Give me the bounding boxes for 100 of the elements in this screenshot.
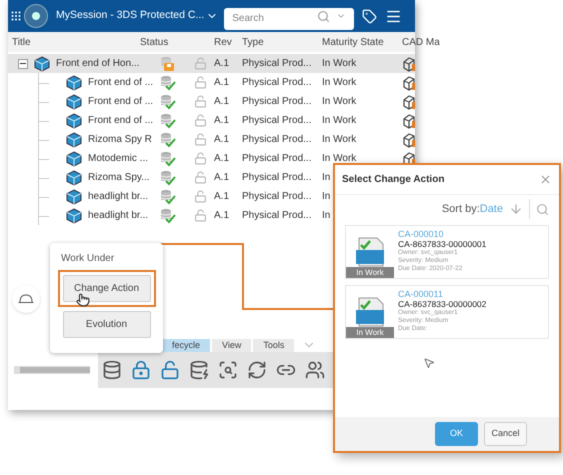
column-header[interactable]: Maturity State [322, 34, 398, 50]
table-row[interactable]: Rizoma Spy R A.1 Physical Prod... In Work [8, 130, 415, 149]
tab[interactable]: View [212, 339, 252, 352]
document-ca-icon [353, 297, 387, 327]
database-check-icon [158, 74, 176, 90]
rev-cell-text: A.1 [214, 171, 230, 185]
title-cell-text: Front end of Hon... [56, 57, 140, 71]
users-icon[interactable] [305, 360, 325, 380]
rev-cell-text: A.1 [214, 95, 230, 109]
close-icon[interactable] [539, 173, 552, 186]
menu-button[interactable]: Change Action [62, 275, 150, 302]
rev-cell-text: A.1 [214, 76, 230, 90]
unlocked-icon [194, 76, 207, 89]
cancel-button[interactable]: Cancel [484, 422, 527, 446]
cube-icon [66, 188, 82, 204]
compass-icon[interactable] [24, 4, 48, 28]
database-check-icon [158, 150, 176, 166]
database-check-icon [158, 208, 176, 224]
column-header[interactable]: Type [242, 34, 322, 50]
maturity-cell-text: In Work [322, 114, 356, 128]
database-check-icon [158, 188, 176, 204]
status-badge: In Work [346, 267, 394, 278]
table-row[interactable]: Front end of Hon... A.1 Physical Prod... In Work [8, 54, 415, 73]
title-cell-text: headlight br... [88, 190, 148, 204]
refresh-icon[interactable] [247, 360, 267, 380]
database-check-icon [158, 132, 176, 148]
maturity-cell-text: In Work [322, 152, 356, 166]
cube-icon [66, 112, 82, 128]
title-cell-text: Front end of ... [88, 114, 154, 128]
scroll-bar[interactable] [14, 366, 90, 374]
database-check-icon [158, 112, 176, 128]
change-action-name: CA-8637833-00000002 [398, 299, 486, 309]
table-row[interactable]: Front end of ... A.1 Physical Prod... In Work [8, 111, 415, 130]
rev-cell-text: A.1 [214, 133, 230, 147]
save-lock-icon [159, 56, 175, 72]
hard-hat-icon [18, 294, 34, 304]
database-check-icon [158, 170, 176, 186]
type-cell-text: Physical Prod... [242, 171, 312, 185]
apps-icon[interactable] [10, 10, 22, 22]
unlocked-icon [194, 133, 207, 146]
tab[interactable]: fecycle [162, 339, 210, 352]
cube-icon [66, 74, 82, 90]
maturity-cell-text: In Work [322, 133, 356, 147]
cube-icon [66, 94, 82, 110]
cube-icon [66, 170, 82, 186]
column-header[interactable]: CAD Ma [398, 34, 440, 50]
cube-icon [66, 208, 82, 224]
padlock-icon[interactable] [131, 360, 151, 380]
document-ca-icon [353, 237, 387, 267]
maturity-cell-text: In [322, 171, 330, 185]
type-cell-text: Physical Prod... [242, 209, 312, 223]
database-stack-icon[interactable] [102, 360, 122, 380]
table-row[interactable]: Front end of ... A.1 Physical Prod... In Work [8, 73, 415, 92]
menu-button[interactable]: Evolution [62, 311, 150, 338]
database-check-icon [158, 94, 176, 110]
title-cell-text: Motodemic ... [88, 152, 148, 166]
search-field[interactable]: Search [224, 8, 354, 30]
maturity-cell-text: In [322, 190, 330, 204]
maturity-cell-text: In [322, 209, 330, 223]
unlocked-icon[interactable] [160, 360, 180, 380]
unlocked-icon [194, 152, 207, 165]
unlocked-icon [194, 171, 207, 184]
unlocked-icon [194, 95, 207, 108]
title-cell-text: Rizoma Spy... [88, 171, 150, 185]
cad-model-icon [402, 112, 418, 128]
unlocked-icon [194, 190, 207, 203]
tag-icon[interactable] [362, 8, 378, 24]
column-header[interactable]: Rev [214, 34, 242, 50]
session-title[interactable]: MySession - 3DS Protected C... [56, 8, 204, 24]
type-cell-text: Physical Prod... [242, 114, 312, 128]
maturity-cell-text: In Work [322, 95, 356, 109]
tab[interactable]: Tools [253, 339, 294, 352]
type-cell-text: Physical Prod... [242, 133, 312, 147]
rev-cell-text: A.1 [214, 57, 230, 71]
title-cell-text: Rizoma Spy R [88, 133, 152, 147]
search-icon[interactable] [317, 10, 330, 23]
table-row[interactable]: Motodemic ... A.1 Physical Prod... In Work [8, 149, 415, 168]
type-cell-text: Physical Prod... [242, 76, 312, 90]
search-icon[interactable] [218, 360, 238, 380]
title-cell-text: headlight br... [88, 209, 148, 223]
column-header[interactable]: Title [8, 34, 140, 50]
type-cell-text: Physical Prod... [242, 152, 312, 166]
column-header[interactable]: Status [140, 34, 194, 50]
cad-model-icon [402, 94, 418, 110]
table-row[interactable]: Front end of ... A.1 Physical Prod... In Work [8, 92, 415, 111]
title-cell-text: Front end of ... [88, 95, 154, 109]
database-refresh-icon[interactable] [189, 360, 209, 380]
unlocked-icon [194, 209, 207, 222]
cad-model-icon [402, 132, 418, 148]
sort-label: Sort by:Date [442, 202, 503, 217]
unlocked-icon [194, 114, 207, 127]
change-action-name: CA-8637833-00000001 [398, 239, 486, 249]
cube-icon [66, 150, 82, 166]
cad-model-icon [402, 56, 418, 72]
title-cell-text: Front end of ... [88, 76, 154, 90]
type-cell-text: Physical Prod... [242, 95, 312, 109]
collapse-button[interactable] [18, 58, 28, 68]
popover-title: Work Under [60, 252, 114, 266]
hand-cursor-icon [76, 293, 90, 307]
maturity-cell-text: In Work [322, 57, 356, 71]
